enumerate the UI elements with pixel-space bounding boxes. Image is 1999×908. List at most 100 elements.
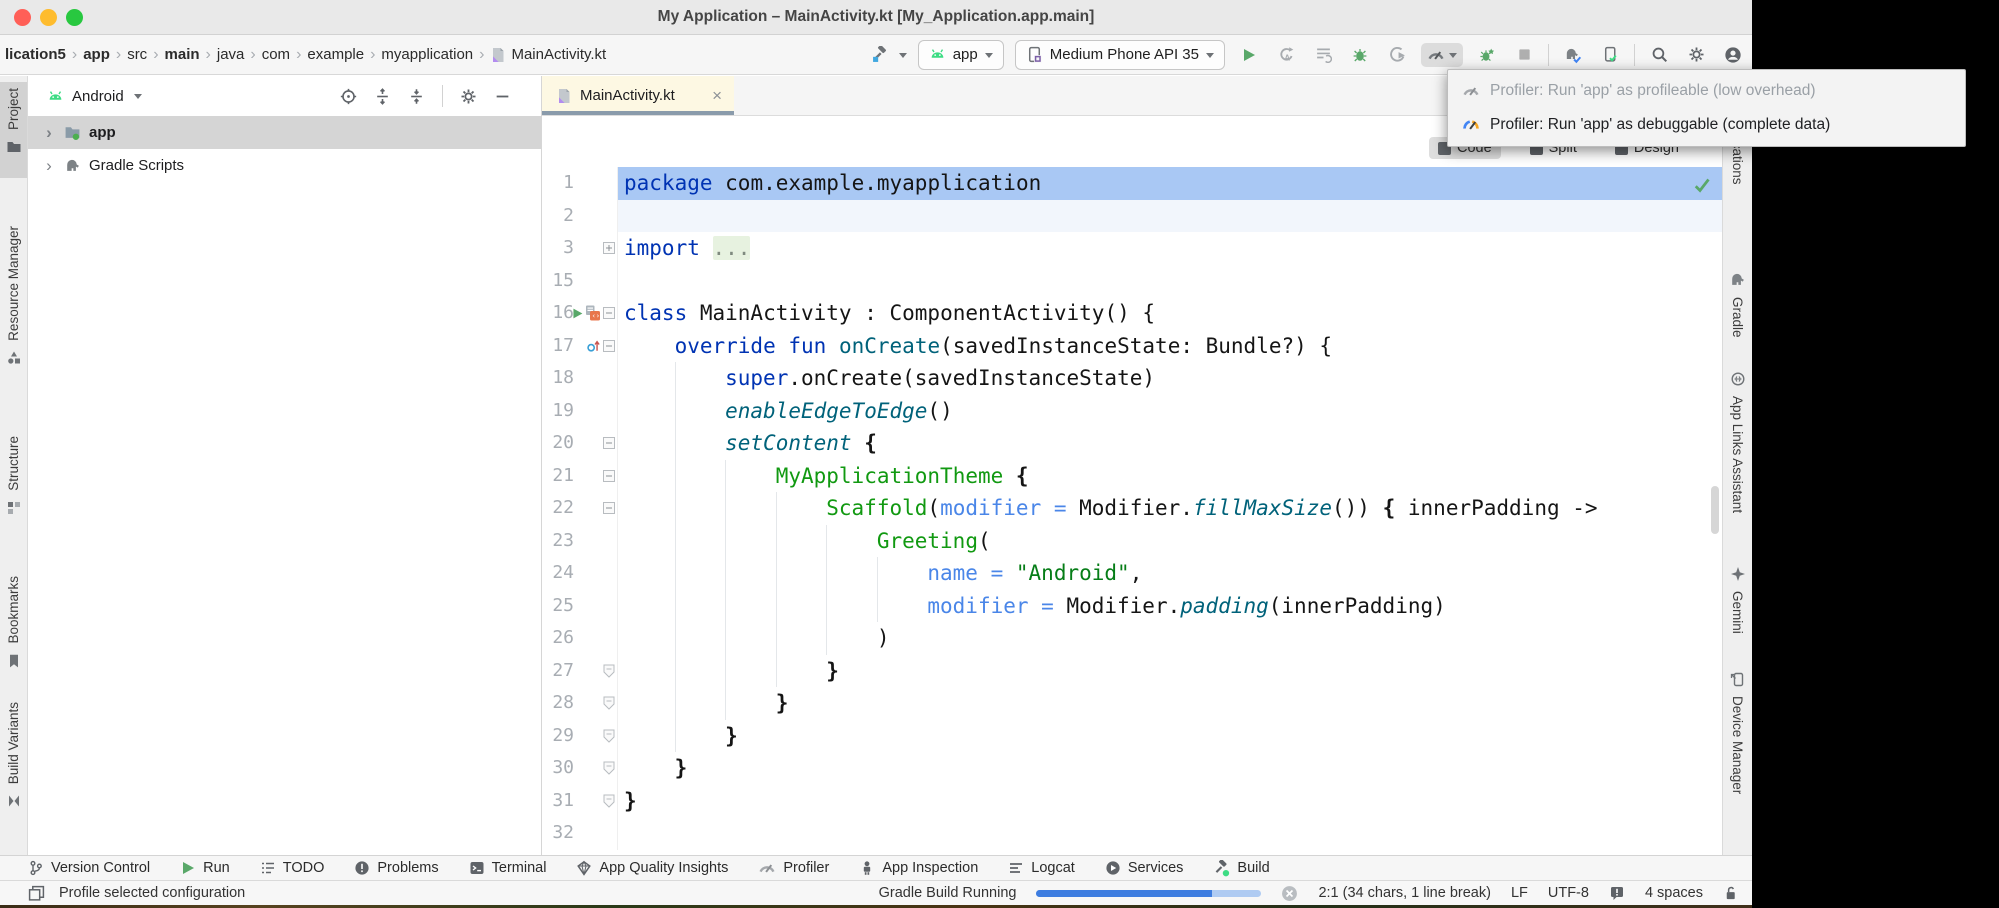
code-line-28[interactable]: 28 } <box>542 687 1722 720</box>
stop-button[interactable] <box>1511 42 1537 68</box>
sidebar-item-resource-manager[interactable]: Resource Manager <box>0 226 27 366</box>
line-ending-widget[interactable]: LF <box>1511 885 1528 901</box>
gradle-sync-button[interactable] <box>1560 42 1586 68</box>
code-line-22[interactable]: 22 Scaffold(modifier = Modifier.fillMaxS… <box>542 492 1722 525</box>
zoom-window-button[interactable] <box>66 9 83 26</box>
code-line-3[interactable]: 3import ... <box>542 232 1722 265</box>
tool-window-button-terminal[interactable]: Terminal <box>469 860 547 876</box>
sidebar-item-device-manager[interactable]: Device Manager <box>1723 671 1752 794</box>
fold-marker-minus[interactable] <box>603 470 615 482</box>
sidebar-item-structure[interactable]: Structure <box>0 436 27 516</box>
breadcrumb-item-main[interactable]: main <box>162 46 203 63</box>
code-line-2[interactable]: 2 <box>542 200 1722 233</box>
code-line-15[interactable]: 15 <box>542 265 1722 298</box>
code-line-30[interactable]: 30 } <box>542 752 1722 785</box>
code-line-26[interactable]: 26 ) <box>542 622 1722 655</box>
build-hammer-icon[interactable] <box>868 42 894 68</box>
tool-window-button-app-inspection[interactable]: App Inspection <box>859 860 978 876</box>
sidebar-item-build-variants[interactable]: Build Variants <box>0 702 27 809</box>
locate-file-icon[interactable] <box>340 88 357 105</box>
tool-window-button-todo[interactable]: TODO <box>260 860 325 876</box>
code-editor[interactable]: 1package com.example.myapplication23impo… <box>542 116 1722 850</box>
device-manager-button[interactable] <box>1597 42 1623 68</box>
build-menu-chevron-down-icon[interactable] <box>899 53 907 62</box>
fold-marker-end[interactable] <box>603 761 615 775</box>
profiler-button[interactable] <box>1421 43 1463 67</box>
code-line-16[interactable]: 16‹›class MainActivity : ComponentActivi… <box>542 297 1722 330</box>
breadcrumb-item-mainactivity-kt[interactable]: MainActivity.kt <box>487 46 609 63</box>
code-line-21[interactable]: 21 MyApplicationTheme { <box>542 460 1722 493</box>
sidebar-item-project[interactable]: Project <box>0 88 27 155</box>
tree-item-app[interactable]: ›app <box>28 116 541 149</box>
hide-panel-icon[interactable] <box>494 88 511 105</box>
expand-all-icon[interactable] <box>374 88 391 105</box>
run-configuration-select[interactable]: app <box>918 40 1004 70</box>
search-everywhere-icon[interactable] <box>1646 42 1672 68</box>
tool-window-button-services[interactable]: Services <box>1105 860 1184 876</box>
notifications-icon[interactable] <box>1609 885 1625 901</box>
tool-window-button-logcat[interactable]: Logcat <box>1008 860 1075 876</box>
encoding-widget[interactable]: UTF-8 <box>1548 885 1589 901</box>
sidebar-item-app-links-assistant[interactable]: App Links Assistant <box>1723 371 1752 513</box>
fold-marker-end[interactable] <box>603 696 615 710</box>
code-line-23[interactable]: 23 Greeting( <box>542 525 1722 558</box>
run-button[interactable] <box>1236 42 1262 68</box>
inspections-ok-check-icon[interactable] <box>1692 175 1712 195</box>
tool-window-button-build[interactable]: Build <box>1213 860 1269 877</box>
code-line-31[interactable]: 31} <box>542 785 1722 818</box>
cancel-task-icon[interactable] <box>1281 885 1298 902</box>
lock-icon[interactable] <box>1723 885 1738 901</box>
tool-window-button-problems[interactable]: Problems <box>354 860 438 876</box>
close-tab-icon[interactable]: × <box>712 86 722 106</box>
attach-debugger-button[interactable] <box>1384 42 1410 68</box>
run-with-coverage-button[interactable] <box>1310 42 1336 68</box>
fold-marker-end[interactable] <box>603 794 615 808</box>
code-line-20[interactable]: 20 setContent { <box>542 427 1722 460</box>
sidebar-item-bookmarks[interactable]: Bookmarks <box>0 576 27 669</box>
minimize-window-button[interactable] <box>40 9 57 26</box>
account-avatar[interactable] <box>1720 42 1746 68</box>
chevron-right-icon[interactable]: › <box>42 123 56 143</box>
fold-marker-minus[interactable] <box>603 437 615 449</box>
fold-marker-minus[interactable] <box>603 307 615 319</box>
breadcrumb-item-java[interactable]: java <box>214 46 248 63</box>
code-line-1[interactable]: 1package com.example.myapplication <box>542 167 1722 200</box>
caret-position-widget[interactable]: 2:1 (34 chars, 1 line break) <box>1318 885 1490 901</box>
tool-window-button-app-quality-insights[interactable]: App Quality Insights <box>576 860 728 876</box>
code-line-18[interactable]: 18 super.onCreate(savedInstanceState) <box>542 362 1722 395</box>
settings-gear-icon[interactable] <box>1683 42 1709 68</box>
breadcrumb-item-app[interactable]: app <box>80 46 113 63</box>
tool-window-layouts-icon[interactable] <box>28 885 45 902</box>
code-line-25[interactable]: 25 modifier = Modifier.padding(innerPadd… <box>542 590 1722 623</box>
menu-item-profileable[interactable]: Profiler: Run 'app' as profileable (low … <box>1448 74 1965 108</box>
chevron-right-icon[interactable]: › <box>42 156 56 176</box>
project-view-selector[interactable]: Android <box>72 88 124 105</box>
tree-item-gradle-scripts[interactable]: ›Gradle Scripts <box>28 149 541 182</box>
apply-changes-button[interactable]: A <box>1273 42 1299 68</box>
fold-marker-plus[interactable] <box>603 242 615 254</box>
breadcrumb-item-myapplication[interactable]: myapplication <box>378 46 476 63</box>
sidebar-item-gemini[interactable]: Gemini <box>1723 566 1752 634</box>
collapse-all-icon[interactable] <box>408 88 425 105</box>
menu-item-debuggable[interactable]: Profiler: Run 'app' as debuggable (compl… <box>1448 108 1965 142</box>
code-line-19[interactable]: 19 enableEdgeToEdge() <box>542 395 1722 428</box>
device-select[interactable]: Medium Phone API 35 <box>1015 40 1225 70</box>
tool-window-button-version-control[interactable]: Version Control <box>28 860 150 876</box>
editor-scrollbar[interactable] <box>1711 486 1719 534</box>
fold-marker-end[interactable] <box>603 664 615 678</box>
code-line-27[interactable]: 27 } <box>542 655 1722 688</box>
tool-window-button-run[interactable]: Run <box>180 860 230 876</box>
tab-mainactivity[interactable]: MainActivity.kt × <box>542 76 734 115</box>
breadcrumb-item-example[interactable]: example <box>304 46 367 63</box>
sidebar-item-gradle[interactable]: Gradle <box>1723 271 1752 338</box>
chevron-down-icon[interactable] <box>134 94 142 103</box>
code-line-17[interactable]: 17 override fun onCreate(savedInstanceSt… <box>542 330 1722 363</box>
breadcrumb-item-com[interactable]: com <box>259 46 293 63</box>
indent-widget[interactable]: 4 spaces <box>1645 885 1703 901</box>
breadcrumb-item-lication5[interactable]: lication5 <box>2 46 69 63</box>
breadcrumb-item-src[interactable]: src <box>124 46 150 63</box>
fold-marker-minus[interactable] <box>603 502 615 514</box>
fold-marker-end[interactable] <box>603 729 615 743</box>
close-window-button[interactable] <box>14 9 31 26</box>
panel-options-gear-icon[interactable] <box>460 88 477 105</box>
